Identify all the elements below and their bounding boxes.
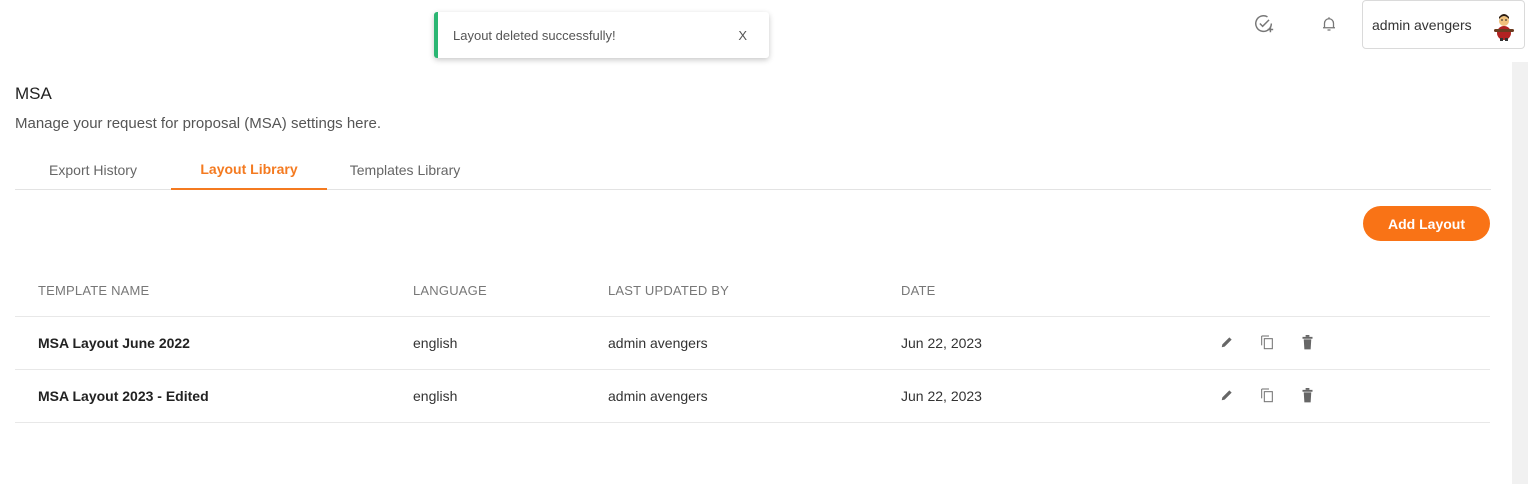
date-cell: Jun 22, 2023 <box>901 388 982 404</box>
template-name-cell: MSA Layout June 2022 <box>38 335 190 351</box>
table-row: MSA Layout June 2022 english admin aveng… <box>15 317 1490 370</box>
tab-bar: Export History Layout Library Templates … <box>15 150 1491 190</box>
edit-icon[interactable] <box>1218 386 1236 404</box>
column-header-date: DATE <box>901 283 936 298</box>
scrollbar[interactable] <box>1512 62 1528 484</box>
language-cell: english <box>413 388 458 404</box>
language-cell: english <box>413 335 458 351</box>
bell-icon[interactable] <box>1317 12 1341 36</box>
updated-by-cell: admin avengers <box>608 335 708 351</box>
column-header-template-name: TEMPLATE NAME <box>38 283 150 298</box>
toast-close-button[interactable]: X <box>738 28 747 43</box>
user-name: admin avengers <box>1372 16 1472 33</box>
tab-layout-library[interactable]: Layout Library <box>171 150 327 190</box>
date-cell: Jun 22, 2023 <box>901 335 982 351</box>
updated-by-cell: admin avengers <box>608 388 708 404</box>
avatar <box>1490 11 1518 41</box>
copy-icon[interactable] <box>1258 386 1276 404</box>
edit-icon[interactable] <box>1218 333 1236 351</box>
success-toast: Layout deleted successfully! X <box>434 12 769 58</box>
row-actions <box>1218 386 1316 404</box>
toast-message: Layout deleted successfully! <box>453 27 616 43</box>
add-layout-button[interactable]: Add Layout <box>1363 206 1490 241</box>
tab-export-history[interactable]: Export History <box>15 150 171 190</box>
copy-icon[interactable] <box>1258 333 1276 351</box>
template-name-cell: MSA Layout 2023 - Edited <box>38 388 209 404</box>
column-header-last-updated-by: LAST UPDATED BY <box>608 283 729 298</box>
page-title: MSA <box>15 84 52 103</box>
delete-icon[interactable] <box>1298 333 1316 351</box>
tab-templates-library[interactable]: Templates Library <box>327 150 483 190</box>
table-row: MSA Layout 2023 - Edited english admin a… <box>15 370 1490 423</box>
check-plus-icon[interactable] <box>1252 12 1276 36</box>
delete-icon[interactable] <box>1298 386 1316 404</box>
row-actions <box>1218 333 1316 351</box>
table-header: TEMPLATE NAME LANGUAGE LAST UPDATED BY D… <box>15 265 1490 317</box>
column-header-language: LANGUAGE <box>413 283 487 298</box>
layout-table: TEMPLATE NAME LANGUAGE LAST UPDATED BY D… <box>15 265 1490 423</box>
page-subtitle: Manage your request for proposal (MSA) s… <box>15 115 382 132</box>
user-menu[interactable]: admin avengers <box>1362 0 1525 49</box>
